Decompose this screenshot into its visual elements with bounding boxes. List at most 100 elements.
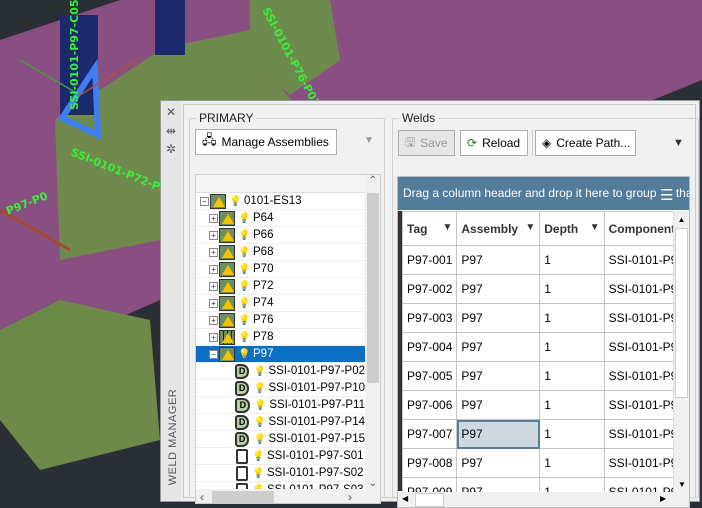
lightbulb-icon[interactable]: 💡 bbox=[252, 468, 264, 479]
lightbulb-icon[interactable]: 💡 bbox=[238, 230, 250, 241]
tree-node-assembly[interactable]: + 💡 P64 bbox=[196, 210, 365, 227]
tree-node-assembly[interactable]: + 💡 P78 bbox=[196, 329, 365, 346]
collapse-icon[interactable]: − bbox=[209, 349, 218, 359]
tree-node-component[interactable]: 💡 SSI-0101-P97-S01 bbox=[196, 448, 365, 465]
pin-icon[interactable]: ⇹ bbox=[165, 125, 177, 137]
lightbulb-icon[interactable]: 💡 bbox=[253, 366, 265, 377]
cell-assembly[interactable]: P97 bbox=[456, 390, 541, 420]
cell-assembly[interactable]: P97 bbox=[456, 332, 541, 362]
more-options-icon[interactable]: ▼ bbox=[673, 137, 684, 149]
cell-depth[interactable]: 1 bbox=[539, 274, 605, 304]
tree-node-root[interactable]: − 💡 0101-ES13 bbox=[196, 193, 365, 210]
expand-icon[interactable]: + bbox=[209, 332, 218, 342]
lightbulb-icon[interactable]: 💡 bbox=[238, 349, 250, 360]
scroll-thumb[interactable] bbox=[675, 228, 688, 398]
scroll-right-icon[interactable]: ▶ bbox=[660, 494, 666, 503]
save-button[interactable]: 🖫 Save bbox=[398, 130, 455, 156]
table-row[interactable]: P97-007 P97 1 SSI-0101-P97 bbox=[401, 419, 689, 449]
lightbulb-icon[interactable]: 💡 bbox=[229, 196, 241, 207]
cell-assembly[interactable]: P97 bbox=[456, 245, 541, 275]
tree-node-component[interactable]: 💡 SSI-0101-P97-S02 bbox=[196, 465, 365, 482]
scroll-left-icon[interactable]: ‹ bbox=[200, 490, 204, 503]
lightbulb-icon[interactable]: 💡 bbox=[254, 400, 266, 411]
cell-depth[interactable]: 1 bbox=[539, 332, 605, 362]
lightbulb-icon[interactable]: 💡 bbox=[238, 213, 250, 224]
lightbulb-icon[interactable]: 💡 bbox=[238, 264, 250, 275]
tree-node-component[interactable]: D 💡 SSI-0101-P97-P02 bbox=[196, 363, 365, 380]
scroll-thumb[interactable] bbox=[415, 493, 444, 507]
cell-depth[interactable]: 1 bbox=[539, 361, 605, 391]
table-row[interactable]: P97-004 P97 1 SSI-0101-P97 bbox=[401, 332, 689, 362]
lightbulb-icon[interactable]: 💡 bbox=[252, 451, 264, 462]
tree-node-component[interactable]: D 💡 SSI-0101-P97-P11 bbox=[196, 397, 365, 414]
table-row[interactable]: P97-006 P97 1 SSI-0101-P97 bbox=[401, 390, 689, 420]
column-header-depth[interactable]: Depth ▼ bbox=[539, 211, 605, 246]
grid-horizontal-scrollbar[interactable]: ◀ ▶ bbox=[398, 492, 689, 507]
table-row[interactable]: P97-002 P97 1 SSI-0101-P97 bbox=[401, 274, 689, 304]
expand-icon[interactable]: + bbox=[209, 281, 218, 291]
scroll-thumb[interactable] bbox=[212, 491, 274, 503]
lightbulb-icon[interactable]: 💡 bbox=[253, 383, 265, 394]
cell-depth[interactable]: 1 bbox=[539, 245, 605, 275]
cell-assembly[interactable]: P97 bbox=[456, 419, 541, 449]
cell-tag[interactable]: P97-003 bbox=[401, 303, 458, 333]
lightbulb-icon[interactable]: 💡 bbox=[253, 417, 265, 428]
expand-icon[interactable]: + bbox=[209, 230, 218, 240]
lightbulb-icon[interactable]: 💡 bbox=[238, 332, 250, 343]
create-path-button[interactable]: ◈ Create Path... bbox=[535, 130, 636, 156]
scroll-up-icon[interactable]: ▲ bbox=[674, 215, 689, 224]
collapse-icon[interactable]: − bbox=[200, 196, 209, 206]
lightbulb-icon[interactable]: 💡 bbox=[238, 281, 250, 292]
tree-node-assembly[interactable]: + 💡 P70 bbox=[196, 261, 365, 278]
tree-node-assembly[interactable]: + 💡 P72 bbox=[196, 278, 365, 295]
expand-icon[interactable]: + bbox=[209, 213, 218, 223]
tree-vertical-scrollbar[interactable]: ⌃ ⌄ bbox=[365, 175, 380, 489]
tree-node-component[interactable]: D 💡 SSI-0101-P97-P15 bbox=[196, 431, 365, 448]
cell-tag[interactable]: P97-001 bbox=[401, 245, 458, 275]
scroll-down-icon[interactable]: ⌄ bbox=[365, 478, 380, 489]
cell-assembly[interactable]: P97 bbox=[456, 303, 541, 333]
gear-icon[interactable]: ✲ bbox=[165, 143, 177, 155]
table-row[interactable]: P97-001 P97 1 SSI-0101-P97 bbox=[401, 245, 689, 275]
filter-icon[interactable]: ▼ bbox=[442, 222, 452, 233]
expand-icon[interactable]: + bbox=[209, 247, 218, 257]
cell-tag[interactable]: P97-008 bbox=[401, 448, 458, 478]
scroll-down-icon[interactable]: ▼ bbox=[674, 480, 689, 489]
cell-depth[interactable]: 1 bbox=[539, 390, 605, 420]
tree-node-assembly[interactable]: + 💡 P68 bbox=[196, 244, 365, 261]
lightbulb-icon[interactable]: 💡 bbox=[238, 315, 250, 326]
cell-tag[interactable]: P97-006 bbox=[401, 390, 458, 420]
cell-tag[interactable]: P97-004 bbox=[401, 332, 458, 362]
table-row[interactable]: P97-008 P97 1 SSI-0101-P97 bbox=[401, 448, 689, 478]
scroll-thumb[interactable] bbox=[367, 193, 379, 383]
cell-tag[interactable]: P97-005 bbox=[401, 361, 458, 391]
cell-assembly[interactable]: P97 bbox=[456, 361, 541, 391]
lightbulb-icon[interactable]: 💡 bbox=[238, 298, 250, 309]
tree-node-assembly[interactable]: + 💡 P74 bbox=[196, 295, 365, 312]
tree-node-assembly[interactable]: + 💡 P76 bbox=[196, 312, 365, 329]
reload-button[interactable]: ⟳ Reload bbox=[460, 130, 528, 156]
cell-assembly[interactable]: P97 bbox=[456, 274, 541, 304]
cell-depth[interactable]: 1 bbox=[539, 419, 605, 449]
tree-node-assembly[interactable]: − 💡 P97 bbox=[196, 346, 365, 363]
scroll-right-icon[interactable]: › bbox=[348, 490, 352, 503]
cell-depth[interactable]: 1 bbox=[539, 303, 605, 333]
column-header-tag[interactable]: Tag ▼ bbox=[401, 211, 458, 246]
lightbulb-icon[interactable]: 💡 bbox=[238, 247, 250, 258]
cell-tag[interactable]: P97-007 bbox=[401, 419, 458, 449]
expand-icon[interactable]: + bbox=[209, 315, 218, 325]
scroll-up-icon[interactable]: ⌃ bbox=[365, 175, 380, 186]
cell-assembly[interactable]: P97 bbox=[456, 448, 541, 478]
tree-node-component[interactable]: D 💡 SSI-0101-P97-P10 bbox=[196, 380, 365, 397]
menu-icon[interactable]: ☰ bbox=[658, 186, 676, 204]
filter-icon[interactable]: ▼ bbox=[525, 222, 535, 233]
cell-tag[interactable]: P97-002 bbox=[401, 274, 458, 304]
tree-node-component[interactable]: D 💡 SSI-0101-P97-P14 bbox=[196, 414, 365, 431]
lightbulb-icon[interactable]: 💡 bbox=[253, 434, 265, 445]
dropdown-arrow-icon[interactable]: ▼ bbox=[364, 135, 374, 146]
close-icon[interactable]: ✕ bbox=[165, 106, 177, 118]
group-by-panel[interactable]: Drag a column header and drop it here to… bbox=[398, 177, 689, 210]
expand-icon[interactable]: + bbox=[209, 298, 218, 308]
tree-node-assembly[interactable]: + 💡 P66 bbox=[196, 227, 365, 244]
table-row[interactable]: P97-003 P97 1 SSI-0101-P97 bbox=[401, 303, 689, 333]
